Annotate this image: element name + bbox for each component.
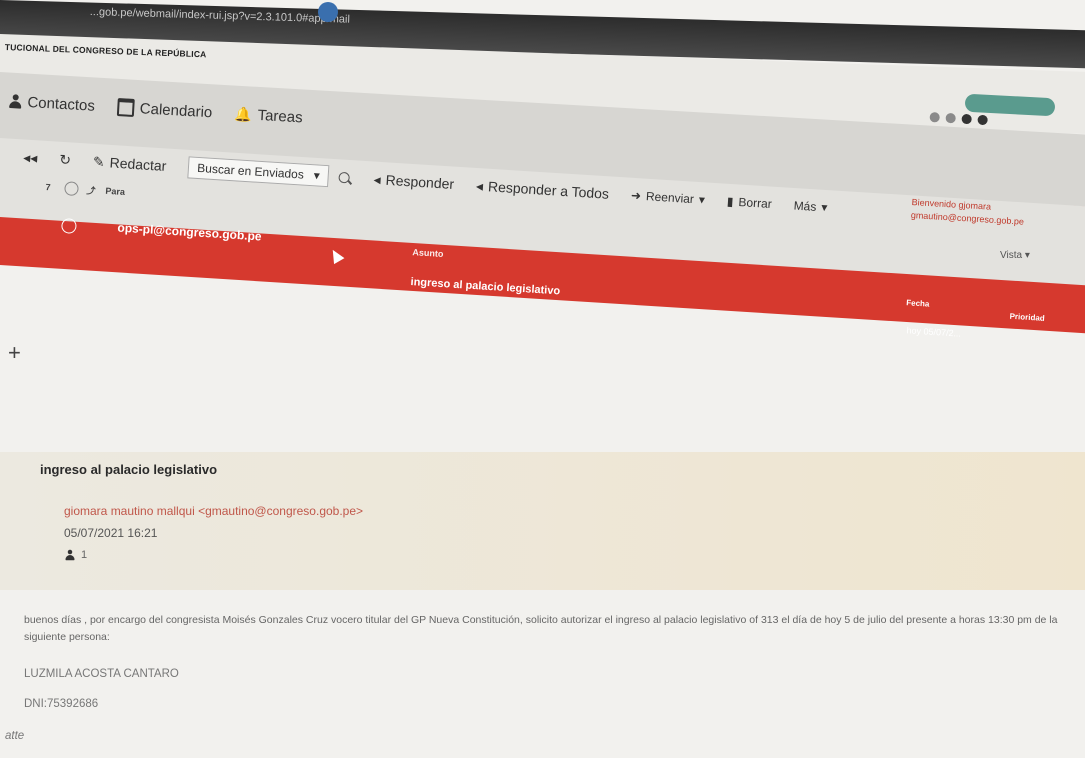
nav-item-label: Calendario xyxy=(139,99,213,121)
trash-icon: ▮ xyxy=(726,194,734,209)
message-body: buenos días , por encargo del congresist… xyxy=(24,614,1058,643)
nav-item-label: Tareas xyxy=(257,106,304,126)
view-dropdown[interactable]: Vista ▾ xyxy=(1000,250,1030,261)
message-closing: atte xyxy=(5,730,25,742)
message-count: 7 xyxy=(45,181,51,193)
double-chevron-left-icon: ◂◂ xyxy=(22,148,38,166)
calendar-icon xyxy=(116,98,135,117)
reply-label: Responder xyxy=(385,171,455,193)
column-date[interactable]: Fecha xyxy=(906,298,930,308)
extension-icon[interactable] xyxy=(945,112,956,124)
profile-icon[interactable] xyxy=(977,114,988,126)
nav-item-tasks[interactable]: 🔔 Tareas xyxy=(234,105,303,126)
reply-all-label: Responder a Todos xyxy=(487,178,610,202)
extension-icon[interactable] xyxy=(961,113,972,125)
refresh-icon: ↻ xyxy=(58,150,72,168)
forward-icon: ➜ xyxy=(630,188,642,203)
chevron-down-icon: ▾ xyxy=(820,200,828,215)
row-date: hoy 05/07/2... xyxy=(906,325,962,339)
message-recipients[interactable]: 1 xyxy=(64,548,87,562)
message-dni: DNI:75392686 xyxy=(24,698,99,710)
edit-icon: ✎ xyxy=(92,152,106,170)
row-checkbox[interactable] xyxy=(61,217,77,234)
person-icon xyxy=(65,549,75,561)
chevron-down-icon: ▾ xyxy=(698,192,706,207)
column-subject[interactable]: Asunto xyxy=(412,247,444,259)
forward-label: Reenviar xyxy=(645,189,695,207)
reply-button[interactable]: ◂ Responder xyxy=(373,171,454,193)
forward-button[interactable]: ➜ Reenviar ▾ xyxy=(631,188,706,207)
message-person: LUZMILA ACOSTA CANTARO xyxy=(24,668,179,680)
refresh-button[interactable]: ↻ xyxy=(59,151,72,169)
bell-icon: 🔔 xyxy=(233,105,253,123)
more-label: Más xyxy=(793,198,817,214)
search-folder-label: Buscar en Enviados xyxy=(196,160,305,182)
search-icon[interactable] xyxy=(338,171,351,184)
chevron-down-icon: ▾ xyxy=(1024,250,1030,261)
message-sender[interactable]: giomara mautino mallqui <gmautino@congre… xyxy=(64,504,363,518)
person-icon xyxy=(9,94,22,109)
select-all-checkbox[interactable] xyxy=(64,181,79,197)
recipients-count: 1 xyxy=(81,549,88,561)
sort-icon[interactable]: ⤴ xyxy=(86,183,96,197)
chevron-down-icon: ▾ xyxy=(313,168,321,183)
delete-label: Borrar xyxy=(738,194,773,212)
browser-tab-icon[interactable] xyxy=(318,2,338,22)
message-subject: ingreso al palacio legislativo xyxy=(40,462,218,477)
plus-icon[interactable]: + xyxy=(8,340,21,366)
nav-item-label: Contactos xyxy=(26,93,96,115)
extension-icon[interactable] xyxy=(929,112,940,123)
compose-label: Redactar xyxy=(109,154,167,174)
column-to[interactable]: Para xyxy=(105,186,125,197)
more-button[interactable]: Más ▾ xyxy=(793,198,828,214)
compose-button[interactable]: ✎ Redactar xyxy=(92,153,166,175)
delete-button[interactable]: ▮ Borrar xyxy=(726,194,772,211)
reply-all-icon: ◂ xyxy=(475,176,484,194)
message-date: 05/07/2021 16:21 xyxy=(64,526,158,540)
collapse-button[interactable]: ◂◂ xyxy=(23,148,38,166)
view-label: Vista xyxy=(1000,250,1023,261)
reply-icon: ◂ xyxy=(373,170,382,187)
